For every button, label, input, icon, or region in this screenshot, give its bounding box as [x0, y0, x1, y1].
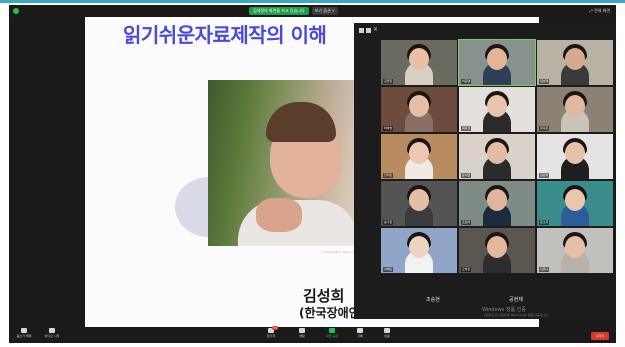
participant-face: [487, 236, 507, 258]
participant-video-tile[interactable]: 정다은: [537, 87, 613, 132]
photo-hand: [256, 198, 302, 232]
participant-face: [409, 95, 429, 117]
record-label: 기록: [357, 334, 363, 338]
participant-name-label: 임성재: [539, 79, 550, 84]
slide-title: 읽기쉬운자료제작의 이해: [123, 23, 327, 47]
participant-video-tile[interactable]: 신유나: [537, 228, 613, 273]
mute-button[interactable]: 음소거 해제: [11, 328, 37, 338]
participant-name-label: 김현진: [383, 79, 394, 84]
participant-name-label: 강민지: [539, 173, 550, 178]
chat-button[interactable]: 채팅: [289, 328, 315, 338]
participant-face: [565, 142, 585, 164]
smiley-icon: [384, 328, 390, 333]
participant-name-left: 조승현: [426, 297, 440, 303]
participant-name-right: 공현재: [509, 297, 523, 303]
participant-video-tile[interactable]: 이준영: [458, 39, 536, 86]
video-button[interactable]: 비디오 시작: [39, 328, 65, 338]
participant-name-label: 오하은: [461, 267, 472, 272]
participant-name-label: 송가은: [383, 220, 394, 225]
reactions-label: 반응: [384, 334, 390, 338]
gallery-header: ×: [354, 23, 616, 39]
leave-meeting-button[interactable]: 나가기: [591, 332, 609, 340]
participant-video-tile[interactable]: 김현진: [381, 40, 457, 85]
participant-face: [487, 189, 507, 211]
participant-face: [409, 189, 429, 211]
participants-count-badge: 31: [272, 326, 278, 330]
participant-name-label: 한지민: [383, 173, 394, 178]
participant-video-tile[interactable]: 한지민: [381, 134, 457, 179]
mute-label: 음소거 해제: [16, 334, 32, 338]
gallery-footer: 조승현 공현재 Windows 정품 인증 [설정]으로 이동하여 Window…: [354, 278, 616, 318]
participant-name-label: 이준영: [461, 79, 472, 84]
share-status-pill: 김세정의 화면을 보고 있습니다: [249, 6, 309, 15]
participant-face: [565, 236, 585, 258]
screenshot-frame: 김세정의 화면을 보고 있습니다 보기 옵션 ∨ ⤢ 전체 화면 읽기쉬운자료제…: [0, 0, 625, 347]
participant-video-tile[interactable]: 최유진: [459, 87, 535, 132]
participant-video-tile[interactable]: 문소희: [537, 181, 613, 226]
participant-video-tile[interactable]: 윤서연: [459, 134, 535, 179]
security-shield-icon[interactable]: [13, 8, 19, 14]
participant-face: [409, 48, 429, 70]
participant-video-tile[interactable]: 오하은: [459, 228, 535, 273]
participant-video-tile[interactable]: 박하늘: [381, 87, 457, 132]
photo-hair: [266, 102, 336, 142]
participant-name-label: 정다은: [539, 126, 550, 131]
speaker-name: 김성희: [303, 287, 345, 305]
participant-video-tile[interactable]: 강민지: [537, 134, 613, 179]
participant-face: [487, 95, 507, 117]
participant-face: [565, 189, 585, 211]
window-top-accent: [0, 0, 625, 3]
microphone-icon: [21, 328, 27, 333]
participant-video-tile[interactable]: 서예린: [381, 228, 457, 273]
participant-face: [409, 142, 429, 164]
participants-icon: 31: [268, 326, 278, 333]
windows-activation-subtext: [설정]으로 이동하여 Windows를 정품 인증합니다.: [484, 313, 549, 317]
top-bar: 김세정의 화면을 보고 있습니다 보기 옵션 ∨ ⤢ 전체 화면: [9, 5, 616, 17]
participant-video-tile[interactable]: 송가은: [381, 181, 457, 226]
participant-name-label: 최유진: [461, 126, 472, 131]
share-status-bar: 김세정의 화면을 보고 있습니다 보기 옵션 ∨: [249, 6, 338, 15]
share-screen-label: 화면 공유: [326, 334, 338, 338]
windows-activation-watermark: Windows 정품 인증: [482, 307, 526, 313]
close-icon[interactable]: ×: [373, 26, 378, 33]
record-button[interactable]: 기록: [347, 328, 373, 338]
camera-icon: [49, 328, 55, 333]
participants-button[interactable]: 31 참가자: [258, 326, 284, 338]
video-label: 비디오 시작: [44, 334, 60, 338]
participant-name-label: 조은비: [461, 220, 472, 225]
chat-label: 채팅: [299, 334, 305, 338]
zoom-meeting-window: 김세정의 화면을 보고 있습니다 보기 옵션 ∨ ⤢ 전체 화면 읽기쉬운자료제…: [9, 5, 616, 343]
participant-face: [565, 48, 585, 70]
participant-face: [409, 236, 429, 258]
participant-face: [487, 142, 507, 164]
participant-name-label: 신유나: [539, 267, 550, 272]
participant-face: [565, 95, 585, 117]
participant-video-tile[interactable]: 임성재: [537, 40, 613, 85]
speaker-layout-icon[interactable]: [366, 28, 371, 33]
participant-gallery-panel: × 김현진 이준영 임성재박하늘 최유진 정다은한지민 윤서연 강민지송가은 조은비 문소희서예…: [354, 23, 616, 319]
share-screen-icon: [329, 328, 335, 333]
speaker-organization: (한국장애인: [299, 306, 360, 320]
share-screen-button[interactable]: 화면 공유: [319, 328, 345, 338]
reactions-button[interactable]: 반응: [374, 328, 400, 338]
participant-name-label: 문소희: [539, 220, 550, 225]
participant-name-label: 서예린: [383, 267, 394, 272]
participant-face: [487, 48, 507, 70]
photo-caption: © PhotoAlto / Alamy 참고: [321, 250, 359, 254]
participant-name-label: 박하늘: [383, 126, 394, 131]
chat-icon: [299, 328, 305, 333]
slide-photo: [208, 80, 378, 246]
gallery-layout-icon[interactable]: [359, 28, 364, 33]
participant-name-label: 윤서연: [461, 173, 472, 178]
view-options-button[interactable]: 보기 옵션 ∨: [311, 6, 338, 15]
meeting-controls-bar: 음소거 해제 비디오 시작 31 참가자 채팅 화면 공유 기록 반응 나가기: [9, 326, 616, 343]
participants-label: 참가자: [266, 334, 276, 338]
fullscreen-button[interactable]: ⤢ 전체 화면: [590, 7, 610, 14]
participant-video-tile[interactable]: 조은비: [459, 181, 535, 226]
record-icon: [357, 328, 363, 333]
